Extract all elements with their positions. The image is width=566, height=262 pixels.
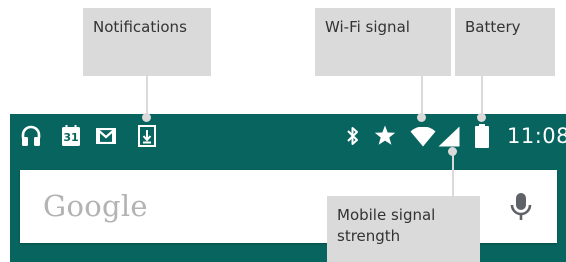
notifications-leader-dot	[142, 113, 151, 122]
notifications-leader-line	[146, 76, 148, 118]
battery-leader-dot	[477, 113, 486, 122]
microphone-icon[interactable]	[510, 192, 532, 222]
gmail-icon	[96, 128, 116, 144]
notifications-callout: Notifications	[83, 8, 211, 76]
calendar-day-label: 31	[63, 131, 79, 144]
bluetooth-icon	[347, 127, 358, 145]
mobile-leader-dot	[448, 147, 457, 156]
mobile-leader-line	[452, 151, 454, 197]
download-icon	[138, 125, 156, 147]
star-icon	[374, 125, 396, 145]
calendar-icon: 31	[62, 125, 80, 146]
phone-screen: 31 11:08 Google	[10, 114, 566, 262]
battery-callout: Battery	[455, 8, 555, 76]
battery-leader-line	[481, 76, 483, 118]
headphones-icon	[21, 125, 41, 146]
wifi-callout: Wi-Fi signal	[315, 8, 451, 76]
wifi-icon	[410, 127, 436, 147]
mobile-signal-callout: Mobile signal strength	[327, 196, 480, 262]
wifi-leader-dot	[417, 113, 426, 122]
google-logo-text: Google	[43, 189, 148, 223]
status-clock: 11:08	[507, 124, 566, 148]
mobile-signal-icon	[438, 126, 460, 147]
battery-icon	[475, 124, 489, 148]
wifi-leader-line	[421, 76, 423, 118]
